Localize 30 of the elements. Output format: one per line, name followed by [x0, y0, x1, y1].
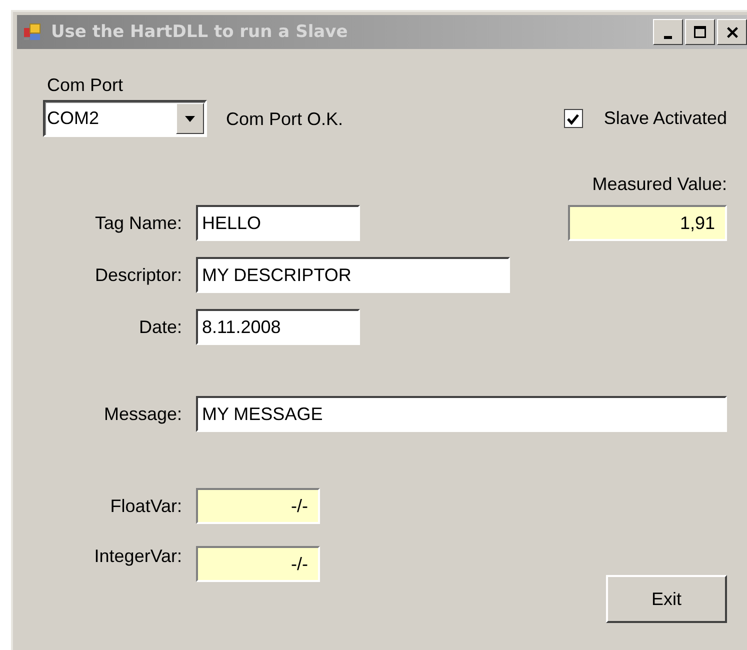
value-display: -/- [196, 546, 320, 582]
exit-button[interactable]: Exit [606, 575, 727, 623]
checkbox-label: Slave Activated [604, 108, 727, 129]
app-icon [23, 23, 41, 41]
field-label: Tag Name: [94, 212, 182, 234]
dropdown-arrow-icon [184, 114, 196, 122]
value-display: 1,91 [568, 205, 727, 241]
field-label: Descriptor: [94, 264, 182, 286]
com-port-dropdown[interactable]: COM2 [43, 100, 207, 137]
close-icon [726, 26, 738, 38]
field-label: Com Port [47, 74, 124, 96]
status-text: Com Port O.K. [226, 109, 344, 130]
field-label: Date: [138, 316, 182, 338]
check-icon [566, 112, 580, 126]
checkbox[interactable] [564, 109, 583, 128]
close-button[interactable] [717, 19, 747, 45]
field-label: Measured Value: [592, 174, 727, 194]
text-field[interactable]: HELLO [196, 205, 360, 241]
text-field[interactable]: 8.11.2008 [196, 309, 360, 345]
text-field[interactable]: MY MESSAGE [196, 396, 727, 432]
value-display: -/- [196, 488, 320, 524]
maximize-button[interactable] [685, 19, 715, 45]
field-label: Message: [102, 404, 182, 424]
field-label: IntegerVar: [93, 546, 182, 567]
field-label: FloatVar: [109, 496, 182, 516]
maximize-icon [694, 26, 706, 38]
minimize-icon [664, 36, 672, 39]
window-title: Use the HartDLL to run a Slave [51, 22, 348, 42]
minimize-button[interactable] [653, 19, 683, 45]
text-field[interactable]: MY DESCRIPTOR [196, 257, 510, 293]
